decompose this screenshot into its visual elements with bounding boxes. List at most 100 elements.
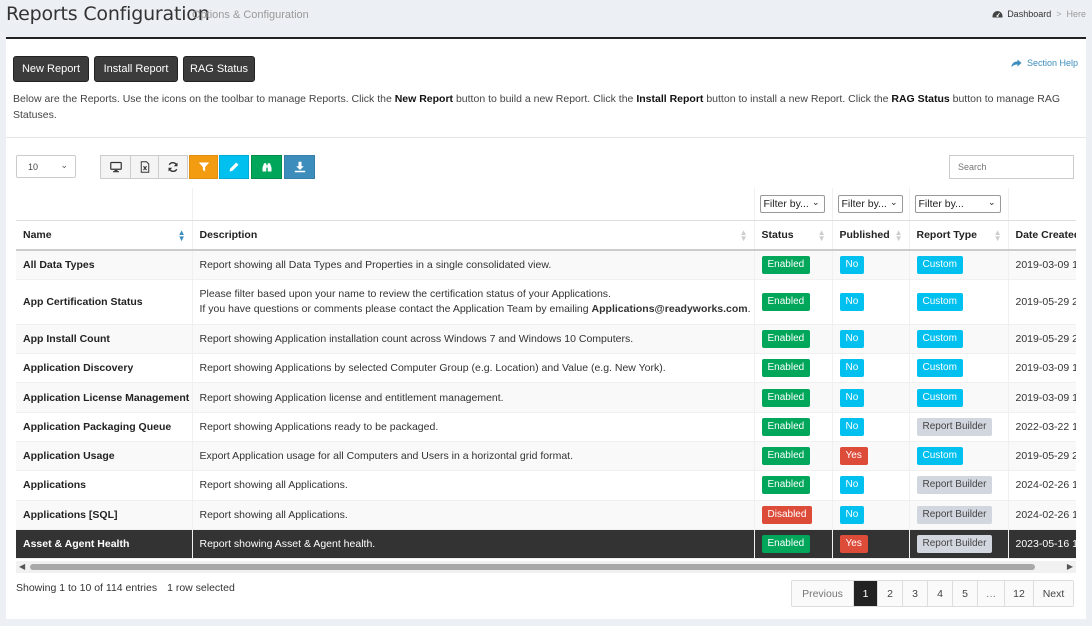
- description-line: If you have questions or comments please…: [199, 302, 592, 315]
- cell-report-type: Report Builder: [909, 529, 1009, 560]
- cell-name: Applications: [16, 470, 193, 501]
- column-header-report-type[interactable]: Report Type ▲ ▼: [909, 220, 1009, 251]
- install-report-button[interactable]: Install Report: [94, 56, 178, 82]
- breadcrumb-dashboard[interactable]: Dashboard: [992, 9, 1051, 19]
- intro-bold-rag-status: RAG Status: [891, 93, 950, 105]
- table-row[interactable]: All Data Types Report showing all Data T…: [16, 250, 1076, 280]
- status-badge: Enabled: [761, 292, 811, 311]
- scrollbar-thumb[interactable]: [30, 564, 1035, 570]
- cell-description: Report showing all Applications.: [192, 500, 755, 530]
- intro-text-part: button to install a new Report. Click th…: [703, 93, 892, 105]
- cell-status: Enabled: [754, 250, 833, 280]
- published-badge: No: [839, 388, 865, 407]
- column-header-name[interactable]: Name ▲ ▼: [16, 220, 193, 251]
- monitor-icon-button[interactable]: [100, 155, 131, 179]
- table-row[interactable]: Applications Report showing all Applicat…: [16, 470, 1076, 501]
- status-filter-select[interactable]: Filter by... ⌄: [759, 194, 825, 213]
- binoculars-icon: [262, 163, 271, 172]
- cell-published: No: [832, 353, 910, 384]
- table-row[interactable]: Application License Management Report sh…: [16, 382, 1076, 413]
- report-type-badge: Custom: [916, 388, 963, 407]
- download-button[interactable]: [284, 155, 315, 179]
- pagination-next[interactable]: Next: [1033, 581, 1073, 606]
- entries-info: Showing 1 to 10 of 114 entries: [16, 582, 158, 594]
- rag-status-button[interactable]: RAG Status: [183, 56, 255, 82]
- cell-published: Yes: [832, 441, 910, 472]
- pagination-page-12[interactable]: 12: [1004, 581, 1033, 606]
- report-type-badge: Custom: [916, 329, 963, 348]
- table-row[interactable]: Application Packaging Queue Report showi…: [16, 412, 1076, 442]
- sort-icon: ▲ ▼: [894, 227, 903, 243]
- column-header-published[interactable]: Published ▲ ▼: [832, 220, 910, 251]
- table-row[interactable]: App Install Count Report showing Applica…: [16, 324, 1076, 355]
- cell-date-created: 2024-02-26 1: [1008, 500, 1076, 530]
- cell-report-type: Custom: [909, 353, 1009, 384]
- column-header-date-created[interactable]: Date Created: [1008, 220, 1077, 251]
- table-row-selected[interactable]: Asset & Agent Health Report showing Asse…: [16, 529, 1076, 560]
- cell-status: Disabled: [754, 500, 833, 530]
- cell-date-created: 2019-05-29 2: [1008, 441, 1076, 472]
- page-length-value: 10: [28, 161, 39, 172]
- table-row[interactable]: App Certification Status Please filter b…: [16, 279, 1076, 325]
- filter-cell-status: Filter by... ⌄: [754, 188, 833, 221]
- pagination-page-1[interactable]: 1: [853, 581, 877, 606]
- table-row[interactable]: Application Discovery Report showing App…: [16, 353, 1076, 384]
- pagination-previous[interactable]: Previous: [792, 581, 853, 606]
- scroll-right-icon[interactable]: ▶: [1067, 562, 1073, 571]
- horizontal-scrollbar[interactable]: ◀ ▶: [16, 561, 1076, 573]
- scroll-left-icon[interactable]: ◀: [19, 562, 25, 571]
- page-length-select[interactable]: 10 ⌄: [16, 155, 76, 178]
- published-badge: No: [839, 292, 865, 311]
- status-badge: Enabled: [761, 476, 811, 495]
- published-filter-select[interactable]: Filter by... ⌄: [837, 194, 903, 213]
- page-subtitle: Options & Configuration: [192, 9, 309, 21]
- column-header-description[interactable]: Description ▲ ▼: [192, 220, 755, 251]
- pagination-page-2[interactable]: 2: [877, 581, 902, 606]
- search-input[interactable]: [949, 155, 1074, 179]
- cell-status: Enabled: [754, 529, 833, 560]
- edit-button[interactable]: [219, 155, 249, 179]
- pagination-page-3[interactable]: 3: [902, 581, 927, 606]
- refresh-button[interactable]: [158, 155, 188, 179]
- section-help-label: Section Help: [1026, 58, 1078, 68]
- published-badge: No: [839, 329, 865, 348]
- page-title: Reports Configuration: [6, 3, 210, 25]
- filter-cell-type: Filter by... ⌄: [909, 188, 1009, 221]
- cell-status: Enabled: [754, 279, 833, 325]
- new-report-button[interactable]: New Report: [13, 56, 89, 82]
- sort-ascending-icon: ▲ ▼: [177, 227, 186, 243]
- reports-table-container: Filter by... ⌄ Filter by... ⌄ Filter by...…: [16, 188, 1076, 561]
- description-line-end: .: [747, 302, 751, 315]
- cell-name: App Certification Status: [16, 279, 193, 325]
- breadcrumb-current: Here: [1066, 9, 1086, 19]
- filter-button[interactable]: [189, 155, 218, 179]
- column-header-status[interactable]: Status ▲ ▼: [754, 220, 833, 251]
- cell-published: No: [832, 500, 910, 530]
- pencil-icon: [229, 162, 239, 172]
- pagination-ellipsis: …: [977, 581, 1004, 606]
- cell-name: Application License Management: [16, 382, 193, 413]
- published-badge: Yes: [839, 535, 868, 554]
- excel-export-button[interactable]: [130, 155, 159, 179]
- cell-published: No: [832, 250, 910, 280]
- pagination-page-4[interactable]: 4: [927, 581, 952, 606]
- table-row[interactable]: Application Usage Export Application usa…: [16, 441, 1076, 472]
- status-badge: Disabled: [761, 505, 813, 524]
- cell-description: Please filter based upon your name to re…: [192, 279, 755, 325]
- main-panel: New Report Install Report RAG Status Sec…: [6, 37, 1086, 619]
- selection-info: 1 row selected: [167, 582, 235, 594]
- status-badge: Enabled: [761, 447, 811, 466]
- column-header-label: Date Created: [1015, 228, 1077, 241]
- refresh-icon: [168, 162, 178, 172]
- pagination-page-5[interactable]: 5: [952, 581, 977, 606]
- cell-report-type: Custom: [909, 250, 1009, 280]
- column-header-label: Report Type: [916, 228, 977, 241]
- view-button[interactable]: [251, 155, 282, 179]
- table-row[interactable]: Applications [SQL] Report showing all Ap…: [16, 500, 1076, 530]
- chevron-down-icon: ⌄: [987, 196, 996, 207]
- chevron-down-icon: ⌄: [889, 196, 898, 207]
- chevron-down-icon: ⌄: [811, 196, 820, 207]
- published-filter-label: Filter by...: [841, 197, 887, 210]
- report-type-filter-select[interactable]: Filter by... ⌄: [914, 194, 1001, 213]
- section-help-link[interactable]: Section Help: [1011, 58, 1078, 68]
